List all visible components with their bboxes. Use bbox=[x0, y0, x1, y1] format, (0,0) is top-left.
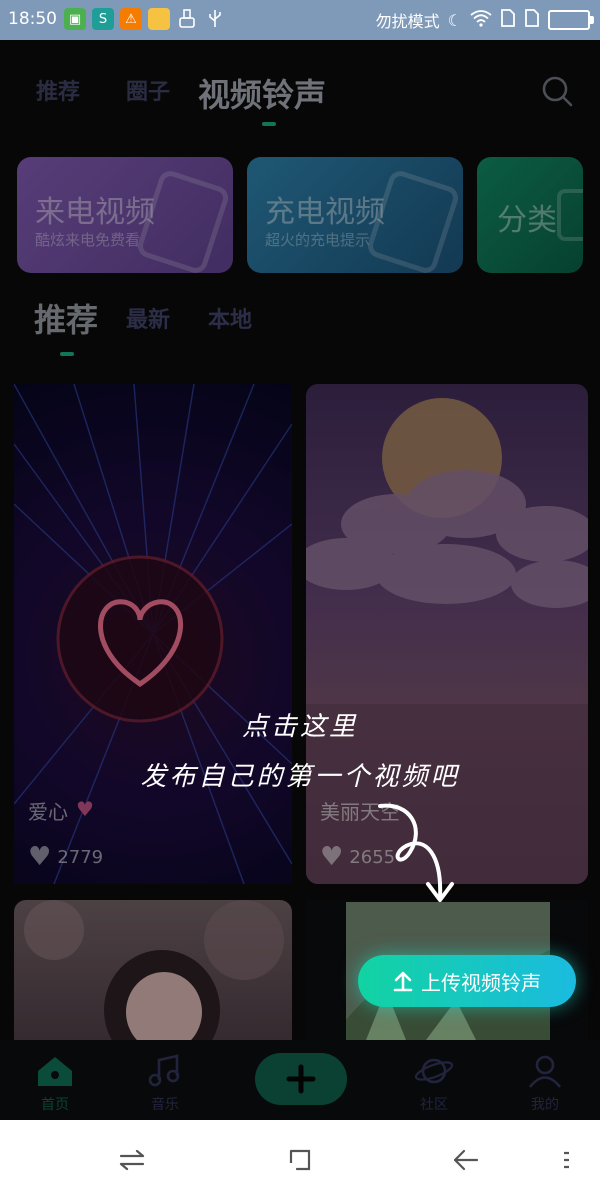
category-classify[interactable]: 分类 bbox=[477, 157, 583, 273]
brush-icon bbox=[176, 8, 198, 30]
nav-mine[interactable]: 我的 bbox=[505, 1054, 585, 1114]
app-icon: ▣ bbox=[64, 8, 86, 30]
search-icon[interactable] bbox=[540, 74, 574, 108]
like-count: 2779 bbox=[57, 846, 104, 868]
status-bar: 18:50 ▣ S ⚠ 勿扰模式 ☾ bbox=[0, 0, 600, 40]
upload-label: 上传视频铃声 bbox=[421, 970, 541, 995]
upload-video-ringtone-button[interactable]: 上传视频铃声 bbox=[358, 955, 576, 1007]
guide-line-1: 点击这里 bbox=[241, 712, 358, 742]
person-icon bbox=[528, 1055, 562, 1088]
heart-emoji-icon: ♥ bbox=[76, 797, 94, 821]
battery-icon bbox=[548, 10, 594, 30]
home-icon bbox=[38, 1057, 72, 1086]
music-icon bbox=[148, 1054, 180, 1087]
status-time: 18:50 bbox=[8, 9, 57, 29]
usb-icon bbox=[204, 8, 226, 30]
like-icon: ♥ bbox=[28, 842, 52, 872]
tab-recommend[interactable]: 推荐 bbox=[36, 74, 80, 106]
sim1-icon bbox=[500, 8, 516, 32]
category-title: 充电视频 bbox=[265, 195, 385, 230]
folder-icon bbox=[148, 8, 170, 30]
video-card[interactable]: 爱心 ♥ ♥ 2779 bbox=[14, 384, 292, 884]
plus-icon bbox=[286, 1064, 316, 1094]
tab-video-ringtone[interactable]: 视频铃声 bbox=[198, 70, 326, 116]
video-likes: ♥ 2779 bbox=[28, 842, 103, 872]
like-icon: ♥ bbox=[320, 842, 344, 872]
nav-label: 音乐 bbox=[151, 1097, 179, 1113]
planet-icon bbox=[414, 1058, 454, 1084]
subtab-latest[interactable]: 最新 bbox=[126, 302, 170, 334]
moon-icon: ☾ bbox=[447, 10, 462, 30]
nav-community[interactable]: 社区 bbox=[394, 1054, 474, 1114]
nav-label: 社区 bbox=[420, 1097, 448, 1113]
nav-music[interactable]: 音乐 bbox=[125, 1054, 205, 1114]
switch-apps-icon[interactable] bbox=[112, 1142, 152, 1178]
category-subtitle: 超火的充电提示 bbox=[265, 231, 371, 249]
nav-label: 我的 bbox=[531, 1097, 559, 1113]
category-charging-video[interactable]: 充电视频 超火的充电提示 bbox=[247, 157, 463, 273]
nav-label: 首页 bbox=[41, 1097, 69, 1113]
warning-icon: ⚠ bbox=[120, 8, 142, 30]
sim2-icon bbox=[524, 8, 540, 32]
tab-indicator bbox=[262, 122, 276, 126]
guide-line-2: 发布自己的第一个视频吧 bbox=[140, 762, 460, 792]
curved-arrow-icon bbox=[378, 803, 454, 902]
category-title: 来电视频 bbox=[35, 195, 155, 230]
nav-home[interactable]: 首页 bbox=[15, 1054, 95, 1114]
top-navigation: 推荐 圈子 视频铃声 bbox=[0, 40, 600, 140]
upload-icon bbox=[393, 971, 413, 992]
add-button[interactable] bbox=[255, 1053, 347, 1105]
category-subtitle: 酷炫来电免费看 bbox=[35, 231, 141, 249]
wifi-icon bbox=[470, 9, 492, 31]
tab-circle[interactable]: 圈子 bbox=[126, 74, 170, 106]
home-square-icon[interactable] bbox=[280, 1142, 320, 1178]
bottom-navigation: 首页 音乐 社区 我的 bbox=[0, 1040, 600, 1120]
video-title: 爱心 bbox=[28, 800, 68, 824]
back-icon[interactable] bbox=[446, 1142, 486, 1178]
category-incoming-video[interactable]: 来电视频 酷炫来电免费看 bbox=[17, 157, 233, 273]
girl-thumbnail bbox=[24, 900, 284, 1040]
menu-icon[interactable] bbox=[546, 1142, 586, 1178]
s-icon: S bbox=[92, 8, 114, 30]
system-navigation-bar bbox=[0, 1120, 600, 1200]
classify-deco-icon bbox=[557, 189, 583, 241]
subtab-recommend[interactable]: 推荐 bbox=[34, 295, 98, 341]
video-card[interactable] bbox=[14, 900, 292, 1040]
dnd-label: 勿扰模式 bbox=[375, 12, 440, 31]
subtab-indicator bbox=[60, 352, 74, 356]
category-title: 分类 bbox=[497, 203, 557, 238]
subtab-local[interactable]: 本地 bbox=[208, 302, 252, 334]
